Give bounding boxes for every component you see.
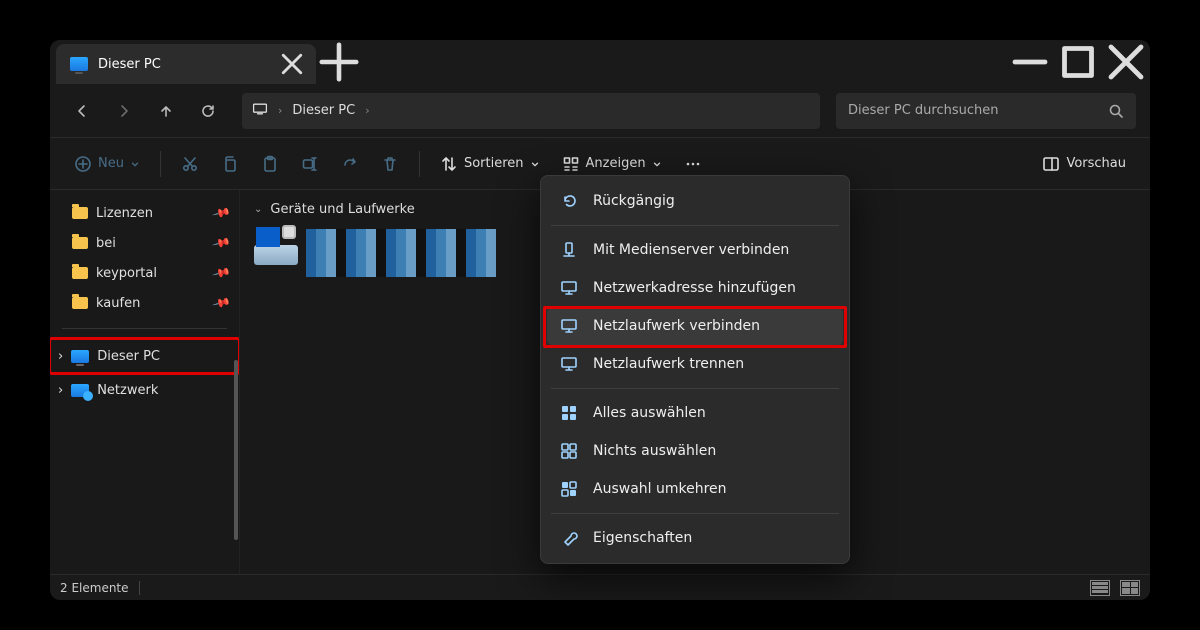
properties-icon xyxy=(559,528,579,548)
item-count: 2 Elemente xyxy=(60,581,129,595)
network-icon xyxy=(71,384,89,397)
new-tab-button[interactable] xyxy=(316,40,362,84)
icons-view-button[interactable] xyxy=(1120,580,1140,596)
media-server-icon xyxy=(559,240,579,260)
folder-icon xyxy=(72,237,88,249)
folder-icon xyxy=(72,207,88,219)
statusbar: 2 Elemente xyxy=(50,574,1150,600)
search-placeholder: Dieser PC durchsuchen xyxy=(848,103,1108,118)
sidebar-item-keyportal[interactable]: keyportal 📌 xyxy=(50,258,239,288)
menu-undo[interactable]: Rückgängig xyxy=(547,182,843,220)
chevron-down-icon: ⌄ xyxy=(254,204,262,215)
monitor-icon xyxy=(559,316,579,336)
overflow-button[interactable] xyxy=(676,149,710,179)
drive-tile[interactable] xyxy=(254,227,494,265)
monitor-icon xyxy=(559,278,579,298)
menu-select-none[interactable]: Nichts auswählen xyxy=(547,432,843,470)
refresh-button[interactable] xyxy=(190,93,226,129)
address-bar[interactable]: › Dieser PC › xyxy=(242,93,820,129)
menu-add-network-location[interactable]: Netzwerkadresse hinzufügen xyxy=(547,269,843,307)
tab-this-pc[interactable]: Dieser PC xyxy=(56,44,316,84)
maximize-button[interactable] xyxy=(1054,40,1102,84)
details-view-button[interactable] xyxy=(1090,580,1110,596)
preview-pane-button[interactable]: Vorschau xyxy=(1034,149,1134,179)
menu-invert-selection[interactable]: Auswahl umkehren xyxy=(547,470,843,508)
minimize-button[interactable] xyxy=(1006,40,1054,84)
view-button[interactable]: Anzeigen xyxy=(554,149,670,179)
menu-media-server[interactable]: Mit Medienserver verbinden xyxy=(547,231,843,269)
this-pc-icon xyxy=(70,57,88,71)
sidebar-item-bei[interactable]: bei 📌 xyxy=(50,228,239,258)
close-tab-icon[interactable] xyxy=(278,50,306,78)
sort-button[interactable]: Sortieren xyxy=(432,149,548,179)
copy-button[interactable] xyxy=(213,149,247,179)
folder-icon xyxy=(72,297,88,309)
paste-button[interactable] xyxy=(253,149,287,179)
menu-map-network-drive[interactable]: Netzlaufwerk verbinden xyxy=(547,307,843,345)
breadcrumb-segment[interactable]: Dieser PC xyxy=(292,103,355,118)
close-button[interactable] xyxy=(1102,40,1150,84)
scrollbar-thumb[interactable] xyxy=(234,360,238,540)
tab-title: Dieser PC xyxy=(98,57,268,72)
new-button[interactable]: Neu xyxy=(66,149,148,179)
invert-selection-icon xyxy=(559,479,579,499)
this-pc-icon xyxy=(71,350,89,363)
sidebar-item-lizenzen[interactable]: Lizenzen 📌 xyxy=(50,198,239,228)
address-pc-icon xyxy=(252,101,268,121)
sidebar: Lizenzen 📌 bei 📌 keyportal 📌 kaufen 📌 › xyxy=(50,190,240,574)
chevron-right-icon: › xyxy=(278,104,282,117)
select-none-icon xyxy=(559,441,579,461)
pin-icon: 📌 xyxy=(212,233,232,253)
search-icon xyxy=(1108,103,1124,119)
menu-properties[interactable]: Eigenschaften xyxy=(547,519,843,557)
chevron-right-icon: › xyxy=(58,383,63,398)
share-button[interactable] xyxy=(333,149,367,179)
navbar: › Dieser PC › Dieser PC durchsuchen xyxy=(50,84,1150,138)
sidebar-item-kaufen[interactable]: kaufen 📌 xyxy=(50,288,239,318)
menu-select-all[interactable]: Alles auswählen xyxy=(547,394,843,432)
window-controls xyxy=(1006,40,1150,84)
pin-icon: 📌 xyxy=(212,263,232,283)
folder-icon xyxy=(72,267,88,279)
select-all-icon xyxy=(559,403,579,423)
redacted-area xyxy=(306,229,496,277)
pin-icon: 📌 xyxy=(212,293,232,313)
cut-button[interactable] xyxy=(173,149,207,179)
pin-icon: 📌 xyxy=(212,203,232,223)
undo-icon xyxy=(559,191,579,211)
chevron-right-icon: › xyxy=(365,104,369,117)
context-menu: Rückgängig Mit Medienserver verbinden Ne… xyxy=(540,175,850,564)
search-box[interactable]: Dieser PC durchsuchen xyxy=(836,93,1136,129)
drive-icon xyxy=(254,227,308,265)
chevron-right-icon: › xyxy=(58,349,63,364)
titlebar: Dieser PC xyxy=(50,40,1150,84)
up-button[interactable] xyxy=(148,93,184,129)
monitor-icon xyxy=(559,354,579,374)
sidebar-item-network[interactable]: › Netzwerk xyxy=(50,373,239,407)
rename-button[interactable] xyxy=(293,149,327,179)
forward-button[interactable] xyxy=(106,93,142,129)
menu-disconnect-network-drive[interactable]: Netzlaufwerk trennen xyxy=(547,345,843,383)
sidebar-item-this-pc[interactable]: › Dieser PC xyxy=(50,339,239,373)
delete-button[interactable] xyxy=(373,149,407,179)
back-button[interactable] xyxy=(64,93,100,129)
